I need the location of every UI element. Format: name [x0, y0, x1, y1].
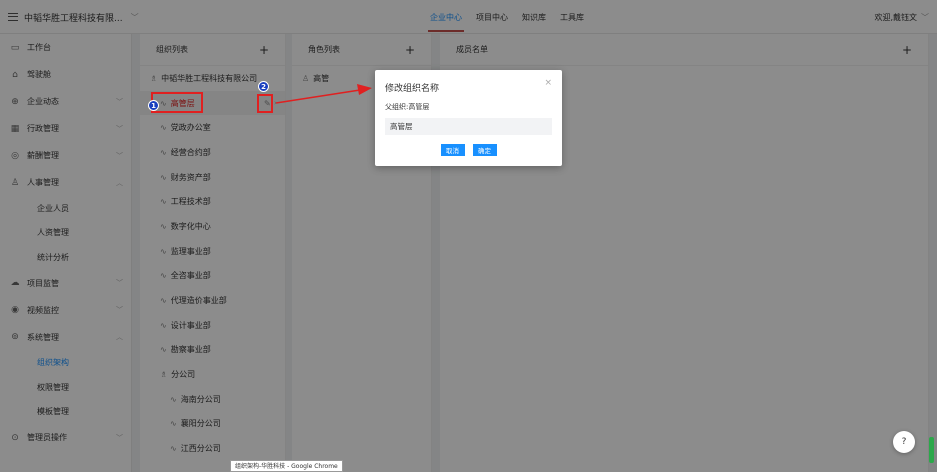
dialog-buttons: 取消 确定: [375, 144, 562, 156]
step-badge-1: 1: [148, 100, 159, 111]
cancel-button[interactable]: 取消: [440, 144, 465, 156]
window-tooltip: 组织架构-华胜科技 - Google Chrome: [230, 460, 343, 472]
close-icon[interactable]: ×: [544, 78, 552, 88]
step-badge-2: 2: [258, 81, 269, 92]
dialog-title: 修改组织名称: [385, 84, 440, 94]
scrollbar[interactable]: [929, 437, 934, 463]
highlight-edit-icon: [257, 94, 273, 113]
help-button[interactable]: ?: [893, 431, 915, 453]
highlight-selected-node: [151, 92, 203, 113]
rename-org-dialog: 修改组织名称 × 父组织:高管层 取消 确定: [375, 70, 562, 166]
confirm-button[interactable]: 确定: [472, 144, 497, 156]
org-name-input[interactable]: [385, 118, 552, 135]
parent-org-label: 父组织:高管层: [385, 103, 430, 111]
